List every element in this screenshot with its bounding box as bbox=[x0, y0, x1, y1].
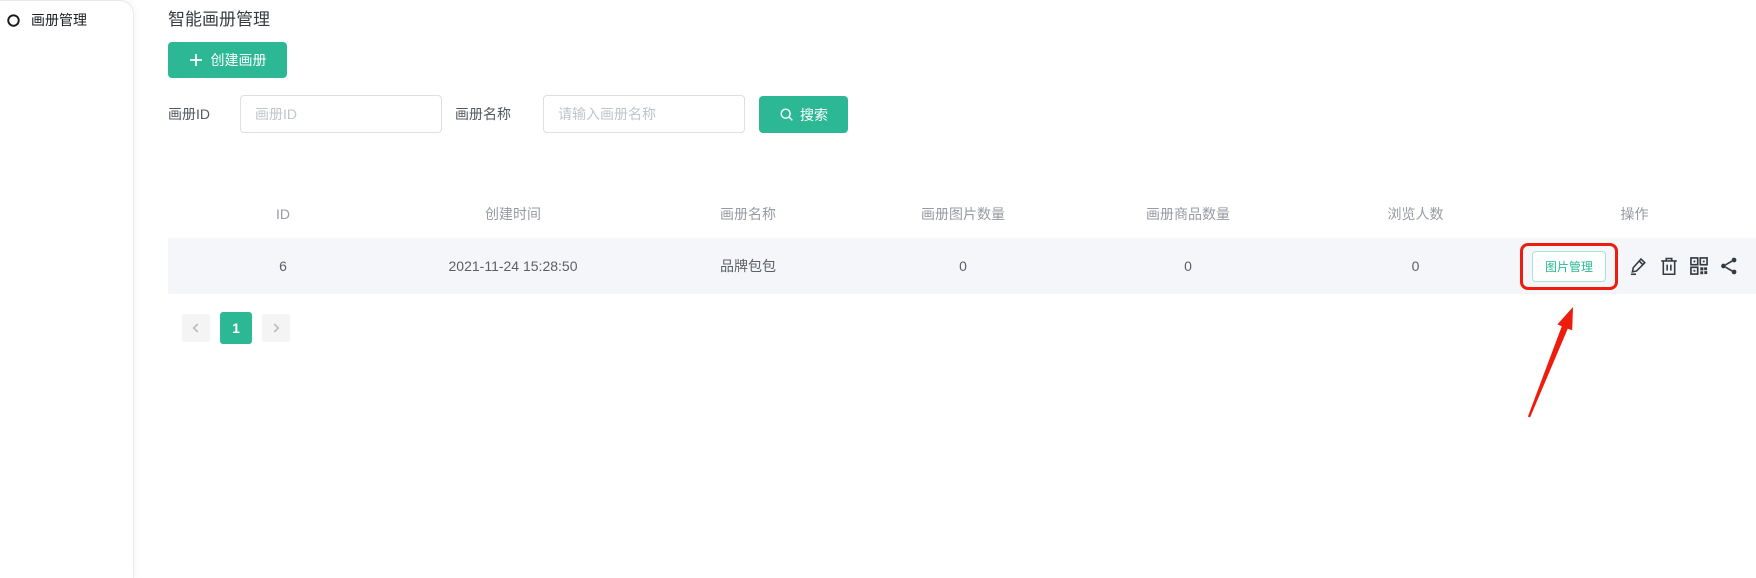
cell-id: 6 bbox=[168, 258, 398, 274]
create-album-label: 创建画册 bbox=[211, 50, 267, 70]
album-table: ID 创建时间 画册名称 画册图片数量 画册商品数量 浏览人数 操作 6 202… bbox=[168, 190, 1756, 294]
annotation-red-box: 图片管理 bbox=[1520, 243, 1618, 290]
qrcode-icon[interactable] bbox=[1688, 255, 1710, 277]
page-title: 智能画册管理 bbox=[168, 5, 270, 30]
cell-actions: 图片管理 bbox=[1513, 243, 1756, 290]
cell-album-name: 品牌包包 bbox=[628, 256, 868, 276]
chevron-left-icon bbox=[190, 322, 202, 334]
main-content: 智能画册管理 创建画册 画册ID 画册名称 搜索 ID 创建时间 画册名称 画册… bbox=[134, 0, 1756, 578]
image-manage-button[interactable]: 图片管理 bbox=[1532, 251, 1606, 282]
sidebar: 画册管理 bbox=[0, 0, 134, 578]
album-name-input[interactable] bbox=[543, 95, 745, 133]
col-header-product-count: 画册商品数量 bbox=[1058, 204, 1318, 224]
pagination: 1 bbox=[182, 312, 290, 344]
pencil-icon[interactable] bbox=[1628, 255, 1650, 277]
search-button-label: 搜索 bbox=[800, 105, 828, 125]
col-header-id: ID bbox=[168, 206, 398, 222]
search-button[interactable]: 搜索 bbox=[759, 96, 848, 133]
pagination-prev-button[interactable] bbox=[182, 314, 210, 342]
magnifier-icon bbox=[779, 107, 794, 122]
col-header-name: 画册名称 bbox=[628, 204, 868, 224]
album-id-input[interactable] bbox=[240, 95, 442, 133]
pagination-next-button[interactable] bbox=[262, 314, 290, 342]
table-header-row: ID 创建时间 画册名称 画册图片数量 画册商品数量 浏览人数 操作 bbox=[168, 190, 1756, 238]
create-album-button[interactable]: 创建画册 bbox=[168, 42, 287, 78]
col-header-created: 创建时间 bbox=[398, 204, 628, 224]
pagination-page-1[interactable]: 1 bbox=[220, 312, 252, 344]
cell-image-count: 0 bbox=[868, 258, 1058, 274]
trash-icon[interactable] bbox=[1658, 255, 1680, 277]
cell-view-count: 0 bbox=[1318, 258, 1513, 274]
cell-created-at: 2021-11-24 15:28:50 bbox=[398, 258, 628, 274]
circle-outline-icon bbox=[6, 13, 21, 28]
search-bar: 画册ID 画册名称 搜索 bbox=[134, 95, 1756, 133]
share-icon[interactable] bbox=[1718, 255, 1740, 277]
album-id-label: 画册ID bbox=[168, 95, 210, 133]
col-header-image-count: 画册图片数量 bbox=[868, 204, 1058, 224]
cell-product-count: 0 bbox=[1058, 258, 1318, 274]
chevron-right-icon bbox=[270, 322, 282, 334]
album-name-label: 画册名称 bbox=[455, 95, 511, 133]
col-header-actions: 操作 bbox=[1513, 204, 1756, 224]
plus-icon bbox=[189, 53, 203, 67]
col-header-views: 浏览人数 bbox=[1318, 204, 1513, 224]
sidebar-item-label: 画册管理 bbox=[31, 10, 87, 30]
table-row: 6 2021-11-24 15:28:50 品牌包包 0 0 0 图片管理 bbox=[168, 238, 1756, 294]
sidebar-item-album-management[interactable]: 画册管理 bbox=[0, 1, 133, 30]
